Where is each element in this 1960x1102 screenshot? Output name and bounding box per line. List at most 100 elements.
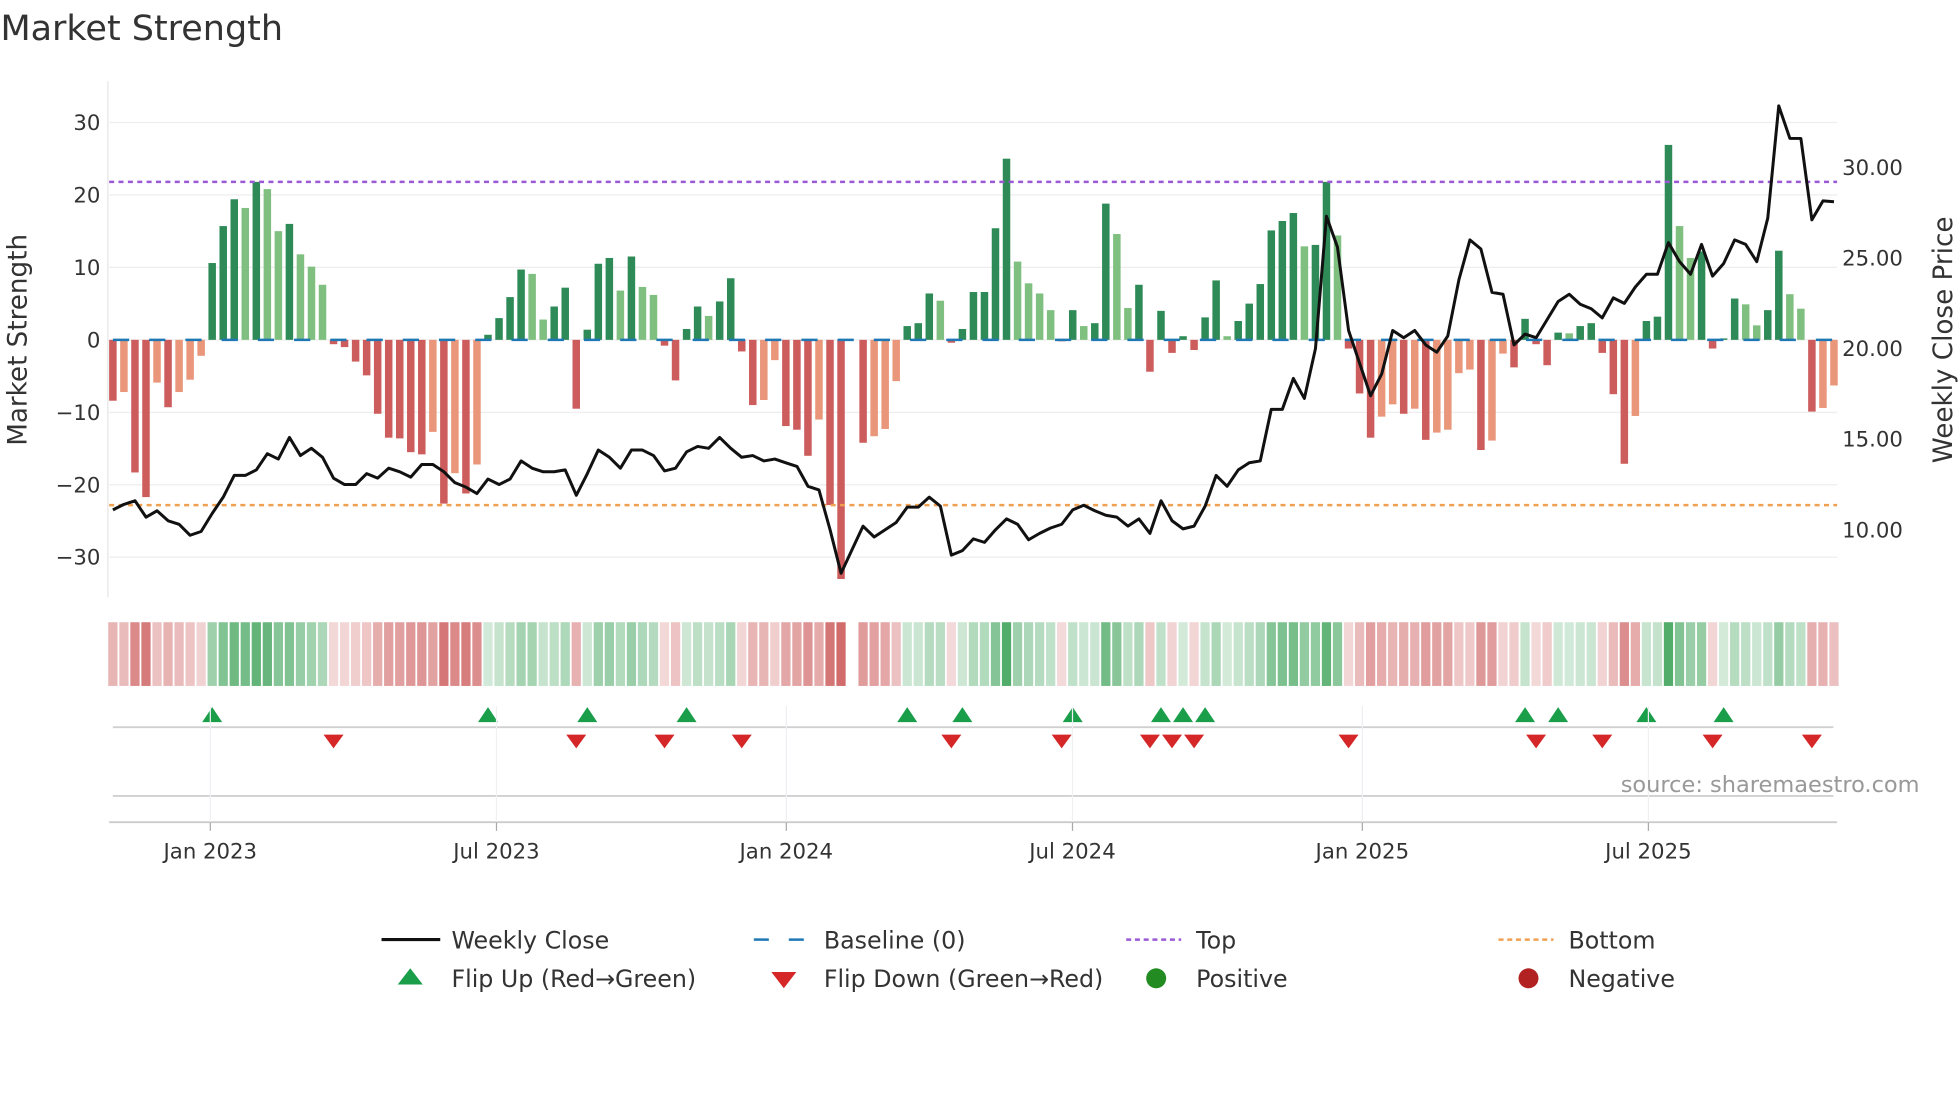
positive-cell bbox=[1564, 622, 1574, 686]
negative-bar bbox=[153, 339, 161, 383]
red-circle-icon bbox=[1518, 968, 1539, 989]
negative-cell bbox=[748, 622, 758, 686]
negative-cell bbox=[1465, 622, 1475, 686]
negative-cell bbox=[384, 622, 394, 686]
positive-cell bbox=[1652, 622, 1663, 686]
positive-cell bbox=[483, 622, 493, 686]
positive-bar bbox=[1046, 310, 1055, 340]
positive-cell bbox=[1696, 622, 1707, 686]
positive-cell bbox=[1310, 622, 1321, 686]
positive-bar bbox=[1730, 298, 1739, 340]
positive-cell bbox=[1785, 622, 1795, 686]
positive-cell bbox=[295, 622, 306, 686]
positive-cell bbox=[1001, 622, 1012, 686]
y-tick-label: 0 bbox=[87, 328, 101, 353]
positive-cell bbox=[1266, 622, 1276, 686]
flip-down-marker bbox=[941, 734, 962, 749]
negative-cell bbox=[836, 622, 846, 686]
positive-cell bbox=[1134, 622, 1144, 686]
strength-heat-strip bbox=[108, 622, 1839, 686]
positive-cell bbox=[615, 622, 626, 686]
flip-marker-panel bbox=[109, 726, 1838, 824]
positive-bar bbox=[914, 323, 923, 340]
flip-down-marker bbox=[1702, 734, 1723, 749]
positive-bar bbox=[1642, 321, 1651, 340]
positive-cell bbox=[1752, 622, 1762, 686]
positive-cell bbox=[1035, 622, 1045, 686]
negative-cell bbox=[737, 622, 747, 686]
positive-cell bbox=[527, 622, 537, 686]
legend-label: Top bbox=[1195, 926, 1236, 954]
positive-cell bbox=[990, 622, 1001, 686]
negative-cell bbox=[946, 622, 956, 686]
negative-cell bbox=[1057, 622, 1067, 686]
negative-cell bbox=[362, 622, 372, 686]
positive-cell bbox=[1156, 622, 1166, 686]
negative-bar bbox=[1146, 339, 1154, 372]
negative-cell bbox=[1365, 622, 1376, 686]
negative-cell bbox=[869, 622, 879, 686]
positive-bar bbox=[1135, 284, 1143, 340]
legend-item-positive: Positive bbox=[1146, 965, 1288, 993]
triangle-up-icon bbox=[397, 968, 423, 985]
positive-cell bbox=[1641, 622, 1652, 686]
positive-bar bbox=[1091, 323, 1099, 340]
y2-axis-ticks: 30.00 25.00 20.00 15.00 10.00 bbox=[1842, 156, 1903, 543]
flip-up-marker bbox=[202, 707, 223, 723]
positive-cell bbox=[924, 622, 934, 686]
positive-cell bbox=[538, 622, 548, 686]
negative-cell bbox=[759, 622, 769, 686]
positive-bar bbox=[1267, 230, 1276, 340]
y-tick-label: −10 bbox=[56, 401, 101, 426]
positive-cell bbox=[549, 622, 559, 686]
negative-bar bbox=[1388, 339, 1397, 405]
positive-cell bbox=[1244, 622, 1254, 686]
negative-bar bbox=[1444, 339, 1452, 430]
y2-tick-label: 15.00 bbox=[1842, 428, 1903, 453]
flip-down-marker bbox=[731, 734, 752, 749]
negative-cell bbox=[1608, 622, 1618, 686]
negative-bar bbox=[815, 339, 823, 420]
positive-bar bbox=[263, 189, 272, 340]
negative-cell bbox=[1476, 622, 1486, 686]
positive-cell bbox=[1332, 622, 1343, 686]
positive-cell bbox=[1685, 622, 1696, 686]
y2-tick-label: 10.00 bbox=[1842, 518, 1903, 543]
positive-bar bbox=[318, 284, 327, 340]
negative-bar bbox=[109, 339, 117, 401]
negative-bar bbox=[1466, 339, 1474, 370]
positive-cell bbox=[637, 622, 648, 686]
negative-cell bbox=[1189, 622, 1199, 686]
y-tick-label: −30 bbox=[56, 546, 101, 571]
negative-cell bbox=[781, 622, 791, 686]
positive-cell bbox=[582, 622, 592, 686]
positive-cell bbox=[648, 622, 659, 686]
flip-down-marker bbox=[1051, 734, 1072, 749]
negative-cell bbox=[803, 622, 813, 686]
negative-bar bbox=[197, 339, 205, 356]
negative-cell bbox=[395, 622, 405, 686]
negative-bar bbox=[407, 339, 415, 453]
negative-bar bbox=[1168, 339, 1176, 353]
negative-cell bbox=[1531, 622, 1541, 686]
negative-cell bbox=[571, 622, 581, 686]
negative-cell bbox=[1509, 622, 1519, 686]
flip-up-marker bbox=[1515, 707, 1536, 723]
positive-cell bbox=[704, 622, 714, 686]
positive-bar bbox=[991, 228, 1000, 340]
negative-bar bbox=[373, 339, 382, 414]
negative-bar bbox=[1410, 339, 1419, 409]
negative-bar bbox=[186, 339, 194, 380]
legend-item-weekly-close: Weekly Close bbox=[381, 926, 609, 954]
negative-cell bbox=[1410, 622, 1420, 686]
negative-bar bbox=[131, 339, 139, 473]
x-tick-label: Jan 2024 bbox=[738, 839, 834, 864]
positive-cell bbox=[229, 622, 239, 686]
positive-bar bbox=[1113, 234, 1121, 340]
positive-bar bbox=[726, 278, 735, 340]
positive-bar bbox=[1587, 323, 1595, 340]
negative-bar bbox=[1631, 339, 1640, 416]
negative-cell bbox=[339, 622, 350, 686]
positive-bar bbox=[1697, 251, 1706, 340]
positive-bar bbox=[506, 297, 514, 340]
